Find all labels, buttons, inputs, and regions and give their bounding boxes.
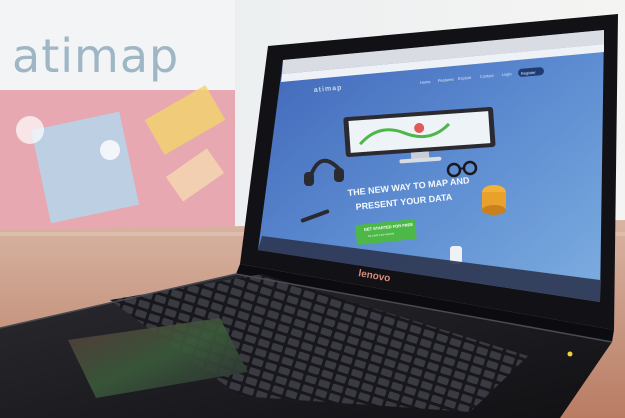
coffee-cup-icon (482, 185, 506, 215)
nav-home[interactable]: Home (420, 79, 432, 85)
background-poster: atimap (0, 0, 235, 245)
photo-svg: atimap atimap Home Features Explore Cont… (0, 0, 625, 418)
power-indicator (567, 351, 573, 357)
nav-login[interactable]: Login (502, 71, 512, 77)
poster-text: atimap (12, 29, 179, 83)
photo-scene: atimap atimap Home Features Explore Cont… (0, 0, 625, 418)
